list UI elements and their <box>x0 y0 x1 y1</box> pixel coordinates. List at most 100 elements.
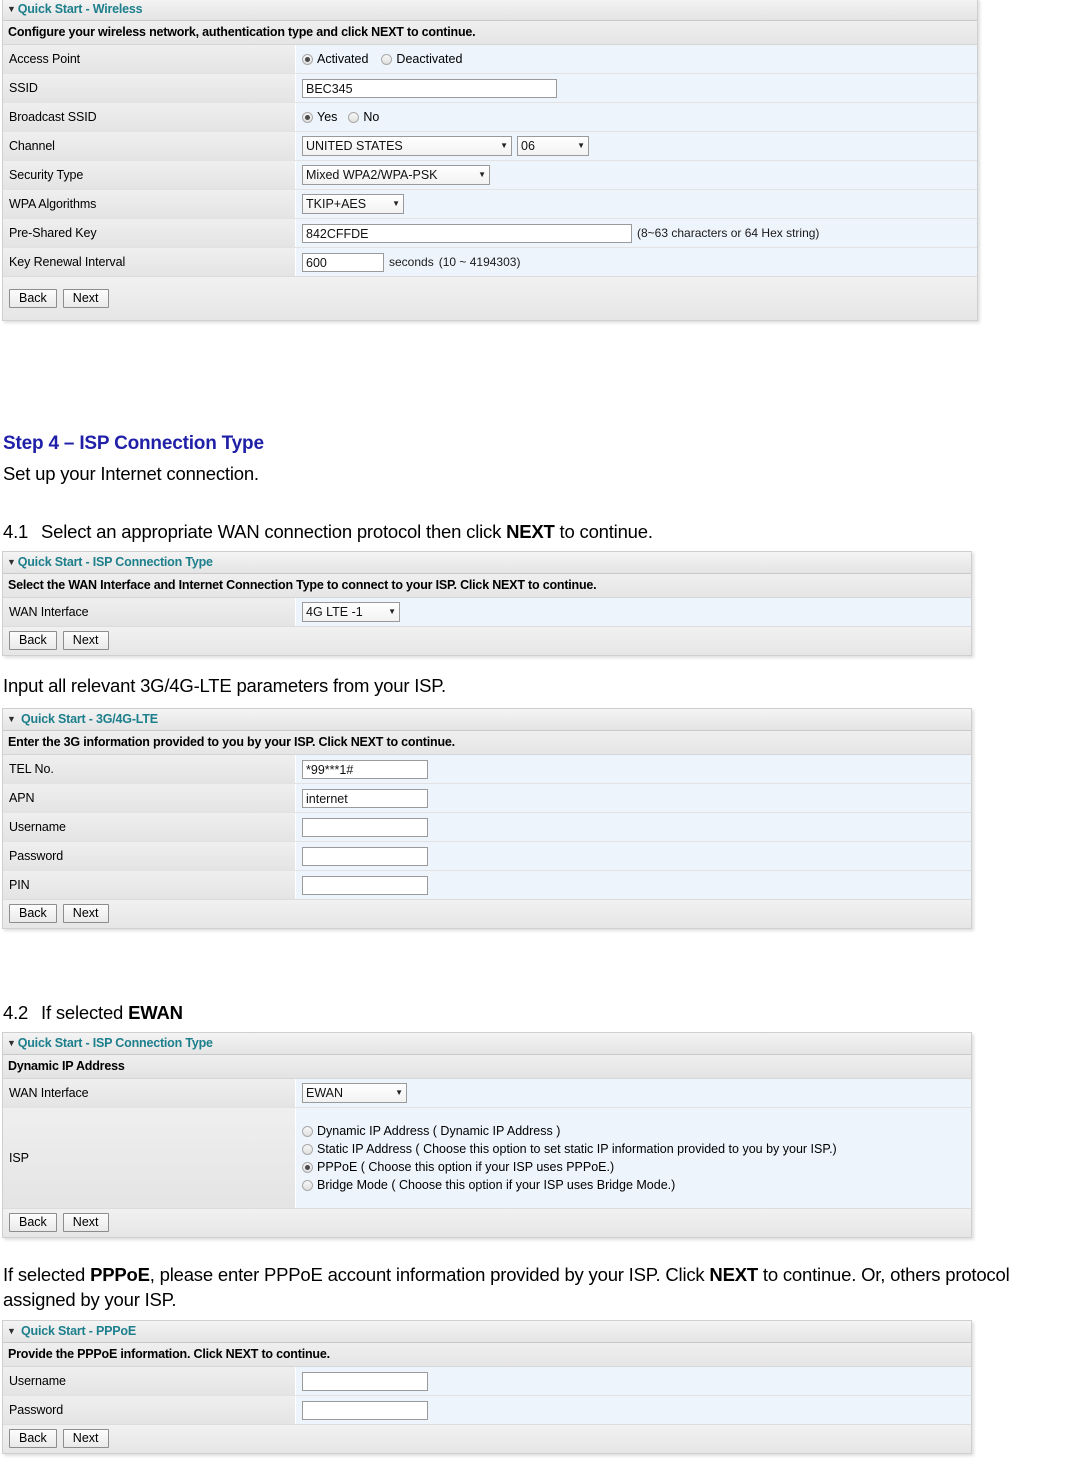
tel-no-input[interactable]: *99***1# <box>302 759 428 779</box>
radio-broadcast-ssid-yes[interactable]: Yes <box>302 110 337 124</box>
label-ssid: SSID <box>3 74 296 102</box>
quick-start-ewan-isp-panel: ▼ Quick Start - ISP Connection Type Dynam… <box>2 1032 972 1238</box>
row-key-renewal-interval: Key Renewal Interval 600 seconds (10 ~ 4… <box>3 248 977 276</box>
chevron-down-icon: ▼ <box>500 141 508 150</box>
radio-broadcast-ssid-no[interactable]: No <box>348 110 379 124</box>
select-value: TKIP+AES <box>306 197 367 211</box>
password-input[interactable] <box>302 1400 428 1420</box>
row-password: Password <box>3 1396 971 1424</box>
back-button[interactable]: Back <box>9 288 57 308</box>
radio-label: Activated <box>317 52 369 66</box>
row-username: Username <box>3 813 971 842</box>
back-button[interactable]: Back <box>9 1213 57 1232</box>
collapse-caret-icon[interactable]: ▼ <box>7 557 16 567</box>
pppoe-fields-rows: Username Password <box>3 1367 971 1424</box>
select-value: Mixed WPA2/WPA-PSK <box>306 168 438 182</box>
radio-label: Static IP Address ( Choose this option t… <box>317 1142 837 1156</box>
pre-shared-key-input[interactable]: 842CFFDE <box>302 223 632 243</box>
item-4-2-number: 4.2 <box>3 1002 29 1023</box>
chevron-down-icon: ▼ <box>392 199 400 208</box>
value-username <box>296 1367 971 1395</box>
password-input[interactable] <box>302 846 428 866</box>
radio-isp-bridge-mode[interactable]: Bridge Mode ( Choose this option if your… <box>302 1178 675 1192</box>
channel-country-select[interactable]: UNITED STATES ▼ <box>302 136 512 156</box>
pppoe-note: If selected PPPoE, please enter PPPoE ac… <box>3 1262 1069 1312</box>
value-wan-interface: EWAN ▼ <box>296 1079 971 1107</box>
collapse-caret-icon[interactable]: ▼ <box>7 4 16 14</box>
username-input[interactable] <box>302 817 428 837</box>
next-button[interactable]: Next <box>62 1429 109 1448</box>
key-renewal-hint: (10 ~ 4194303) <box>438 255 521 269</box>
next-button[interactable]: Next <box>62 1213 109 1232</box>
back-button[interactable]: Back <box>9 1429 57 1448</box>
radio-label: Bridge Mode ( Choose this option if your… <box>317 1178 676 1192</box>
back-button[interactable]: Back <box>9 631 57 650</box>
next-button[interactable]: Next <box>62 631 109 650</box>
radio-isp-static-ip[interactable]: Static IP Address ( Choose this option t… <box>302 1142 837 1156</box>
wan-interface-select[interactable]: EWAN ▼ <box>302 1083 407 1103</box>
collapse-caret-icon[interactable]: ▼ <box>7 1326 16 1336</box>
item-4-2: 4.2 If selected EWAN <box>3 1000 603 1025</box>
channel-number-select[interactable]: 06 ▼ <box>517 136 589 156</box>
collapse-caret-icon[interactable]: ▼ <box>7 1038 16 1048</box>
radio-isp-pppoe[interactable]: PPPoE ( Choose this option if your ISP u… <box>302 1160 614 1174</box>
label-security-type: Security Type <box>3 161 296 189</box>
label-channel: Channel <box>3 132 296 160</box>
item-4-2-text-a: If selected <box>41 1002 129 1023</box>
back-button[interactable]: Back <box>9 904 57 923</box>
value-isp-options: Dynamic IP Address ( Dynamic IP Address … <box>296 1108 971 1208</box>
row-access-point: Access Point Activated Deactivated <box>3 45 977 74</box>
ewan-rows: WAN Interface EWAN ▼ ISP Dynamic IP Addr… <box>3 1079 971 1208</box>
value-access-point: Activated Deactivated <box>296 45 977 73</box>
apn-input[interactable]: internet <box>302 788 428 808</box>
label-tel-no: TEL No. <box>3 755 296 783</box>
value-wpa-algorithms: TKIP+AES ▼ <box>296 190 977 218</box>
panel-title-text: Quick Start - ISP Connection Type <box>17 1036 213 1050</box>
panel-title-pppoe: ▼ Quick Start - PPPoE <box>3 1321 971 1343</box>
label-wan-interface: WAN Interface <box>3 1079 296 1107</box>
key-renewal-unit: seconds <box>389 255 434 269</box>
item-4-1-text-c: to continue. <box>554 521 653 542</box>
pre-shared-key-hint: (8~63 characters or 64 Hex string) <box>637 226 820 240</box>
row-channel: Channel UNITED STATES ▼ 06 ▼ <box>3 132 977 161</box>
wpa-algorithms-select[interactable]: TKIP+AES ▼ <box>302 194 404 214</box>
isp-connection-rows: WAN Interface 4G LTE -1 ▼ <box>3 598 971 626</box>
row-pin: PIN <box>3 871 971 899</box>
wireless-settings-rows: Access Point Activated Deactivated SSID … <box>3 45 977 276</box>
label-username: Username <box>3 813 296 841</box>
chevron-down-icon: ▼ <box>388 607 396 616</box>
radio-access-point-activated[interactable]: Activated <box>302 52 368 66</box>
radio-dot-icon <box>302 1143 313 1155</box>
lte-fields-rows: TEL No. *99***1# APN internet Username P… <box>3 755 971 899</box>
row-pre-shared-key: Pre-Shared Key 842CFFDE (8~63 characters… <box>3 219 977 248</box>
row-tel-no: TEL No. *99***1# <box>3 755 971 784</box>
username-input[interactable] <box>302 1371 428 1391</box>
radio-label: Dynamic IP Address ( Dynamic IP Address … <box>317 1124 561 1138</box>
label-broadcast-ssid: Broadcast SSID <box>3 103 296 131</box>
next-button[interactable]: Next <box>62 904 109 923</box>
wan-interface-select[interactable]: 4G LTE -1 ▼ <box>302 602 400 622</box>
radio-dot-icon <box>302 1161 313 1173</box>
radio-isp-dynamic-ip[interactable]: Dynamic IP Address ( Dynamic IP Address … <box>302 1124 560 1138</box>
row-isp: ISP Dynamic IP Address ( Dynamic IP Addr… <box>3 1108 971 1208</box>
security-type-select[interactable]: Mixed WPA2/WPA-PSK ▼ <box>302 165 490 185</box>
value-password <box>296 1396 971 1424</box>
item-4-2-text: If selected EWAN <box>41 1000 183 1025</box>
panel-subhead-dynamic-ip-address: Dynamic IP Address <box>3 1055 971 1079</box>
radio-access-point-deactivated[interactable]: Deactivated <box>381 52 462 66</box>
label-password: Password <box>3 1396 296 1424</box>
select-value: UNITED STATES <box>306 139 403 153</box>
next-button[interactable]: Next <box>62 288 109 308</box>
panel-description-isp-connection-type: Select the WAN Interface and Internet Co… <box>3 574 971 598</box>
collapse-caret-icon[interactable]: ▼ <box>7 714 16 724</box>
key-renewal-interval-input[interactable]: 600 <box>302 252 384 272</box>
panel-title-ewan-isp: ▼ Quick Start - ISP Connection Type <box>3 1033 971 1055</box>
quick-start-3g-4g-lte-panel: ▼ Quick Start - 3G/4G-LTE Enter the 3G i… <box>2 708 972 929</box>
value-apn: internet <box>296 784 971 812</box>
ewan-button-bar: Back Next <box>3 1208 971 1237</box>
pin-input[interactable] <box>302 875 428 895</box>
lte-button-bar: Back Next <box>3 899 971 928</box>
label-pin: PIN <box>3 871 296 899</box>
value-wan-interface: 4G LTE -1 ▼ <box>296 598 971 626</box>
ssid-input[interactable]: BEC345 <box>302 78 557 98</box>
